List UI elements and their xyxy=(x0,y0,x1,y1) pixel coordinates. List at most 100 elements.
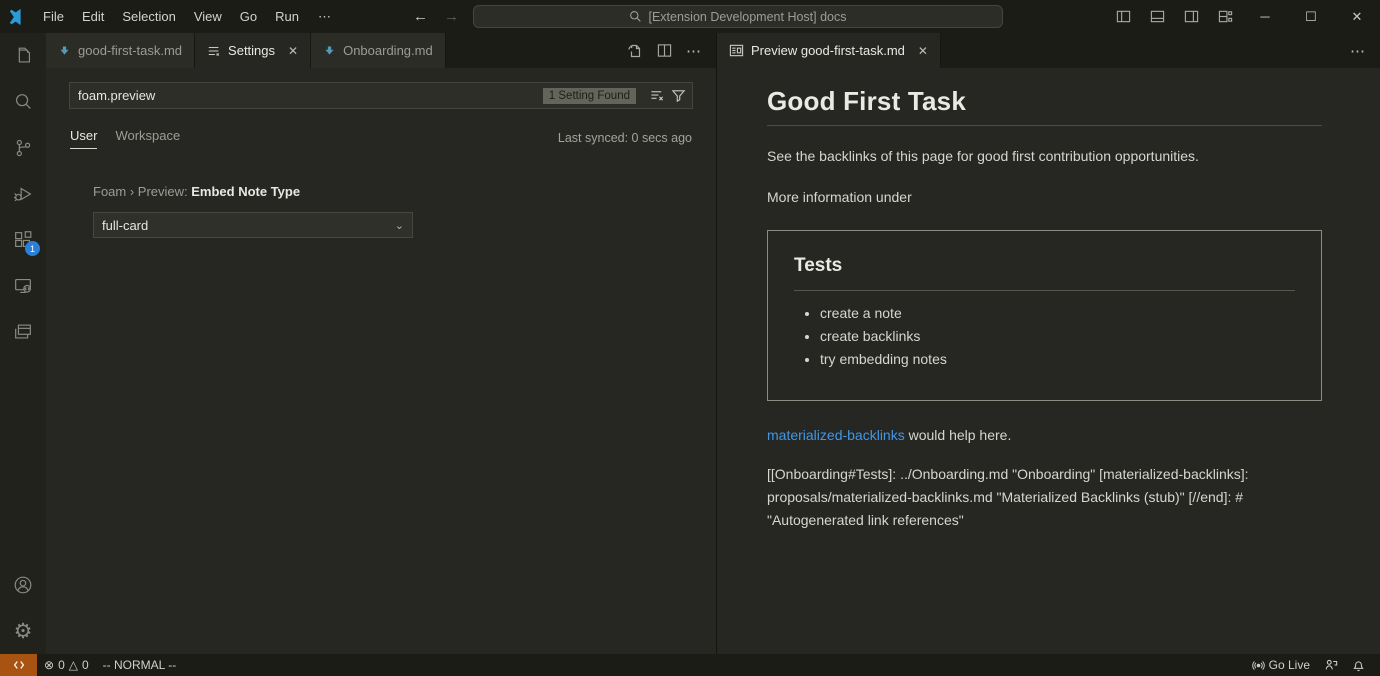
warnings-icon: △ xyxy=(69,658,78,672)
tab-label: good-first-task.md xyxy=(78,43,182,58)
vscode-logo-icon xyxy=(0,8,34,26)
tab-label: Preview good-first-task.md xyxy=(751,43,905,58)
select-value: full-card xyxy=(102,218,148,233)
toggle-secondary-sidebar-button[interactable] xyxy=(1174,0,1208,33)
backlink-line: materialized-backlinks would help here. xyxy=(767,427,1322,443)
source-control-icon[interactable] xyxy=(0,125,46,171)
status-bar: ⊗ 0 △ 0 -- NORMAL -- Go Live xyxy=(0,654,1380,676)
embedded-note-list: create a note create backlinks try embed… xyxy=(820,305,1295,367)
open-settings-json-icon[interactable] xyxy=(627,43,643,59)
command-center-label: [Extension Development Host] docs xyxy=(648,10,846,24)
setting-title: Foam › Preview: Embed Note Type xyxy=(93,184,693,199)
settings-scope-tabs: User Workspace Last synced: 0 secs ago xyxy=(69,126,693,150)
preview-title: Good First Task xyxy=(767,86,1322,126)
windows-icon[interactable] xyxy=(0,309,46,355)
explorer-icon[interactable] xyxy=(0,33,46,79)
accounts-icon[interactable] xyxy=(0,562,46,608)
link-suffix-text: would help here. xyxy=(905,427,1012,443)
menu-view[interactable]: View xyxy=(185,0,231,33)
list-item: try embedding notes xyxy=(820,351,1295,367)
setting-category-label: Foam › Preview: xyxy=(93,184,191,199)
tab-label: Onboarding.md xyxy=(343,43,433,58)
warnings-count: 0 xyxy=(82,658,89,672)
notifications-button[interactable] xyxy=(1345,654,1372,676)
go-live-button[interactable]: Go Live xyxy=(1245,654,1317,676)
markdown-file-icon xyxy=(58,44,71,57)
markdown-preview-icon xyxy=(729,43,744,58)
tab-preview-good-first-task[interactable]: Preview good-first-task.md ✕ xyxy=(717,33,941,68)
setting-name-label: Embed Note Type xyxy=(191,184,300,199)
settings-search-input[interactable] xyxy=(78,88,543,103)
split-editor-icon[interactable] xyxy=(657,43,672,58)
tab-good-first-task[interactable]: good-first-task.md xyxy=(46,33,195,68)
settings-found-badge: 1 Setting Found xyxy=(543,88,636,104)
live-share-button[interactable] xyxy=(1317,654,1345,676)
preview-paragraph-1: See the backlinks of this page for good … xyxy=(767,146,1322,167)
preview-paragraph-2: More information under xyxy=(767,187,1322,208)
scope-tab-user[interactable]: User xyxy=(70,128,97,149)
navigate-back-button[interactable]: ← xyxy=(413,8,428,25)
tab-bar-more-actions-icon[interactable]: ⋯ xyxy=(1350,33,1366,68)
extensions-icon[interactable]: 1 xyxy=(0,217,46,263)
bell-icon xyxy=(1352,659,1365,672)
tab-bar-left: good-first-task.md Settings ✕ Onboarding… xyxy=(46,33,716,68)
menu-go[interactable]: Go xyxy=(231,0,266,33)
live-share-icon xyxy=(1324,658,1338,672)
tab-label: Settings xyxy=(228,43,275,58)
search-icon[interactable] xyxy=(0,79,46,125)
menu-overflow-button[interactable]: ⋯ xyxy=(308,0,343,33)
vim-mode-label: -- NORMAL -- xyxy=(103,658,177,672)
settings-editor-icon xyxy=(207,44,221,58)
broadcast-icon xyxy=(1252,659,1265,672)
tab-settings[interactable]: Settings ✕ xyxy=(195,33,311,68)
remote-indicator[interactable] xyxy=(0,654,37,676)
list-item: create backlinks xyxy=(820,328,1295,344)
title-bar: File Edit Selection View Go Run ⋯ ← → [E… xyxy=(0,0,1380,33)
extensions-badge: 1 xyxy=(25,241,40,256)
materialized-backlinks-link[interactable]: materialized-backlinks xyxy=(767,427,905,443)
command-center-search[interactable]: [Extension Development Host] docs xyxy=(473,5,1003,28)
minimize-button[interactable]: ─ xyxy=(1242,0,1288,33)
errors-icon: ⊗ xyxy=(44,658,54,672)
scope-tab-workspace[interactable]: Workspace xyxy=(115,128,180,148)
menu-edit[interactable]: Edit xyxy=(73,0,113,33)
menu-run[interactable]: Run xyxy=(266,0,308,33)
maximize-button[interactable]: ☐ xyxy=(1288,0,1334,33)
embedded-note-title: Tests xyxy=(794,255,1295,291)
embed-note-type-select[interactable]: full-card ⌄ xyxy=(93,212,413,238)
manage-gear-icon[interactable]: ⚙ xyxy=(0,608,46,654)
tab-close-icon[interactable]: ✕ xyxy=(288,44,298,58)
activity-bar: 1 ⚙ xyxy=(0,33,46,654)
setting-embed-note-type: Foam › Preview: Embed Note Type full-car… xyxy=(93,184,693,238)
editor-group-right: Preview good-first-task.md ✕ ⋯ Good Firs… xyxy=(716,33,1380,654)
markdown-file-icon xyxy=(323,44,336,57)
toggle-primary-sidebar-button[interactable] xyxy=(1106,0,1140,33)
errors-count: 0 xyxy=(58,658,65,672)
vscode-window: File Edit Selection View Go Run ⋯ ← → [E… xyxy=(0,0,1380,676)
chevron-down-icon: ⌄ xyxy=(395,219,404,232)
menu-file[interactable]: File xyxy=(34,0,73,33)
embedded-note-card: Tests create a note create backlinks try… xyxy=(767,230,1322,401)
filter-funnel-icon[interactable] xyxy=(671,88,686,103)
customize-layout-button[interactable] xyxy=(1208,0,1242,33)
search-icon xyxy=(629,10,642,23)
editor-more-actions-icon[interactable]: ⋯ xyxy=(686,42,702,60)
close-button[interactable]: ✕ xyxy=(1334,0,1380,33)
settings-search-bar[interactable]: 1 Setting Found xyxy=(69,82,693,109)
tab-bar-right: Preview good-first-task.md ✕ ⋯ xyxy=(717,33,1380,68)
list-item: create a note xyxy=(820,305,1295,321)
vim-mode-status[interactable]: -- NORMAL -- xyxy=(96,654,184,676)
last-synced-label: Last synced: 0 secs ago xyxy=(558,131,692,145)
clear-filters-icon[interactable] xyxy=(650,88,665,103)
run-and-debug-icon[interactable] xyxy=(0,171,46,217)
remote-explorer-icon[interactable] xyxy=(0,263,46,309)
link-references-text: [[Onboarding#Tests]: ../Onboarding.md "O… xyxy=(767,463,1322,532)
settings-editor: 1 Setting Found User Workspace Last sync… xyxy=(46,68,716,238)
tab-onboarding[interactable]: Onboarding.md xyxy=(311,33,446,68)
editor-group-left: good-first-task.md Settings ✕ Onboarding… xyxy=(46,33,716,654)
tab-close-icon[interactable]: ✕ xyxy=(918,44,928,58)
menu-selection[interactable]: Selection xyxy=(113,0,184,33)
toggle-panel-button[interactable] xyxy=(1140,0,1174,33)
navigate-forward-button[interactable]: → xyxy=(444,8,459,25)
problems-status[interactable]: ⊗ 0 △ 0 xyxy=(37,654,96,676)
